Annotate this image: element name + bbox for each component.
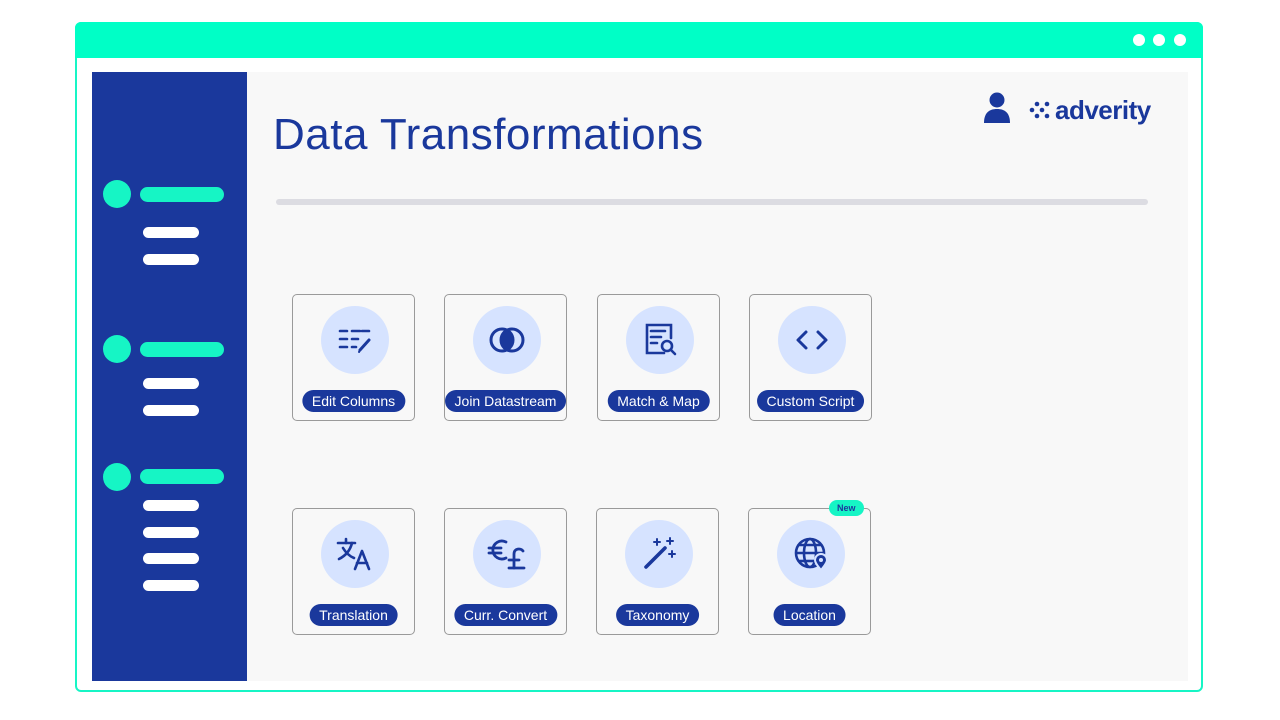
sidebar-group-2-heading[interactable] bbox=[140, 342, 224, 357]
tool-card-custom-script[interactable]: Custom Script bbox=[749, 294, 872, 421]
sidebar-group-1-heading[interactable] bbox=[140, 187, 224, 202]
sidebar-item-placeholder[interactable] bbox=[143, 500, 199, 511]
tool-icon-circle bbox=[777, 520, 845, 588]
globe-pin-icon bbox=[794, 537, 829, 572]
tool-icon-circle bbox=[473, 520, 541, 588]
tool-label: Taxonomy bbox=[615, 604, 700, 626]
tool-label: Match & Map bbox=[607, 390, 710, 412]
tool-card-edit-columns[interactable]: Edit Columns bbox=[292, 294, 415, 421]
tool-card-translation[interactable]: Translation bbox=[292, 508, 415, 635]
sidebar-item-placeholder[interactable] bbox=[143, 378, 199, 389]
tool-icon-circle bbox=[778, 306, 846, 374]
sidebar-group-3-heading[interactable] bbox=[140, 469, 224, 484]
tool-card-location[interactable]: New Location bbox=[748, 500, 871, 635]
adverity-logo: adverity bbox=[1029, 94, 1151, 126]
tool-label: Join Datastream bbox=[444, 390, 567, 412]
code-icon bbox=[796, 330, 828, 350]
tool-icon-circle bbox=[626, 306, 694, 374]
join-datastream-icon bbox=[489, 327, 525, 353]
adverity-logo-icon bbox=[1029, 101, 1050, 119]
tool-label: Custom Script bbox=[756, 390, 865, 412]
tool-card-currency-convert[interactable]: Curr. Convert bbox=[444, 508, 567, 635]
sidebar-item-placeholder[interactable] bbox=[143, 405, 199, 416]
tool-icon-circle bbox=[473, 306, 541, 374]
tool-icon-circle bbox=[321, 520, 389, 588]
magic-wand-icon bbox=[644, 537, 676, 569]
title-bar bbox=[75, 22, 1203, 58]
tool-card-join-datastream[interactable]: Join Datastream bbox=[444, 294, 567, 421]
sidebar-item-placeholder[interactable] bbox=[143, 553, 199, 564]
tool-card-taxonomy[interactable]: Taxonomy bbox=[596, 508, 719, 635]
tool-icon-circle bbox=[625, 520, 693, 588]
sidebar bbox=[92, 72, 247, 681]
translate-icon bbox=[336, 537, 371, 571]
main-panel: Data Transformations adverity Edit Colum… bbox=[247, 72, 1188, 681]
sidebar-group-1-bullet bbox=[103, 180, 131, 208]
tool-label: Translation bbox=[309, 604, 398, 626]
sidebar-item-placeholder[interactable] bbox=[143, 227, 199, 238]
currency-icon bbox=[487, 539, 526, 570]
tool-label: Location bbox=[773, 604, 846, 626]
match-map-icon bbox=[645, 323, 677, 356]
window-control-dot[interactable] bbox=[1174, 34, 1186, 46]
sidebar-item-placeholder[interactable] bbox=[143, 580, 199, 591]
sidebar-group-3-bullet bbox=[103, 463, 131, 491]
sidebar-item-placeholder[interactable] bbox=[143, 254, 199, 265]
edit-columns-icon bbox=[338, 329, 371, 353]
new-badge: New bbox=[829, 500, 864, 516]
logo-text: adverity bbox=[1055, 94, 1151, 125]
title-divider bbox=[276, 199, 1148, 205]
tool-icon-circle bbox=[321, 306, 389, 374]
sidebar-group-2-bullet bbox=[103, 335, 131, 363]
tool-card-match-map[interactable]: Match & Map bbox=[597, 294, 720, 421]
sidebar-item-placeholder[interactable] bbox=[143, 527, 199, 538]
tool-label: Edit Columns bbox=[301, 390, 406, 412]
page-title: Data Transformations bbox=[273, 110, 704, 159]
user-icon[interactable] bbox=[983, 92, 1011, 124]
tool-label: Curr. Convert bbox=[453, 604, 558, 626]
window-control-dot[interactable] bbox=[1153, 34, 1165, 46]
window-control-dot[interactable] bbox=[1133, 34, 1145, 46]
